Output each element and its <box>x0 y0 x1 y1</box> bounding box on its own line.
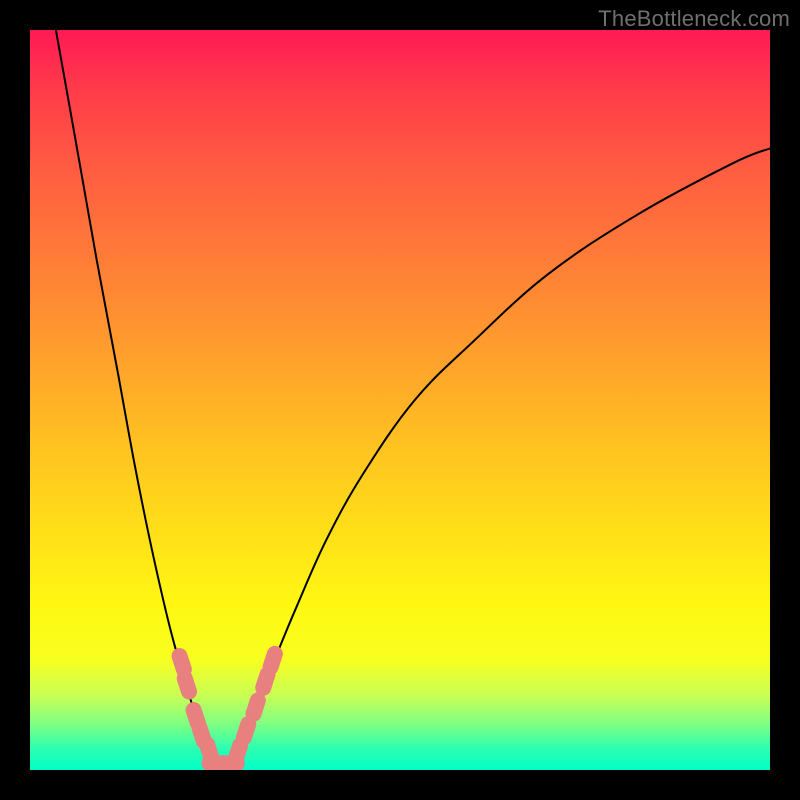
watermark-text: TheBottleneck.com <box>598 6 790 32</box>
curve-right-branch <box>234 148 771 761</box>
chart-area <box>30 30 770 770</box>
data-marker <box>215 755 245 770</box>
marker-group <box>169 644 285 770</box>
plot-svg <box>30 30 770 770</box>
curve-left-branch <box>56 30 214 761</box>
